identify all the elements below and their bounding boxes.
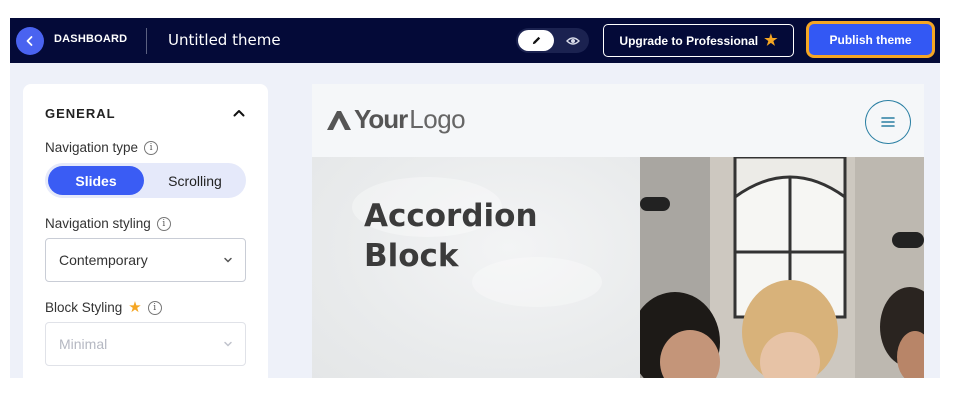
block-photo[interactable] (640, 157, 924, 378)
info-icon[interactable]: i (147, 300, 162, 315)
slides-option[interactable]: Slides (48, 166, 144, 195)
divider (146, 28, 147, 54)
navigation-type-text: Navigation type (45, 140, 139, 155)
block-styling-value: Minimal (59, 336, 108, 352)
block-heading[interactable]: Accordion Block (364, 196, 584, 276)
navigation-type-toggle: Slides Scrolling (45, 163, 246, 198)
navigation-styling-text: Navigation styling (45, 216, 151, 231)
upgrade-button[interactable]: Upgrade to Professional ★ (603, 24, 794, 57)
edit-mode-button[interactable] (518, 30, 554, 51)
scrolling-option[interactable]: Scrolling (147, 166, 243, 195)
logo: Your Logo (326, 104, 466, 135)
star-icon: ★ (764, 32, 778, 49)
pencil-icon (532, 36, 540, 45)
eye-icon (565, 36, 580, 45)
chevron-left-icon (26, 36, 33, 46)
publish-button[interactable]: Publish theme (806, 21, 935, 58)
block-styling-text: Block Styling (45, 300, 123, 315)
block-styling-select[interactable]: Minimal (45, 322, 246, 366)
chevron-down-icon (224, 257, 232, 263)
menu-button[interactable] (865, 100, 911, 144)
back-button[interactable] (16, 27, 44, 55)
app-frame: DASHBOARD Untitled theme Upgrade to Prof… (10, 18, 940, 378)
top-bar: DASHBOARD Untitled theme Upgrade to Prof… (10, 18, 940, 63)
section-title: GENERAL (45, 106, 116, 121)
navigation-styling-label: Navigation styling i (45, 216, 171, 231)
block-styling-label: Block Styling ★ i (45, 300, 162, 315)
logo-text-light: Logo (409, 104, 466, 134)
upgrade-label: Upgrade to Professional (619, 33, 759, 48)
info-icon[interactable]: i (156, 216, 171, 231)
hamburger-menu-icon (881, 117, 895, 127)
mode-toggle (516, 28, 589, 53)
theme-preview: Your Logo Accordion Block (312, 84, 924, 378)
chevron-up-icon[interactable] (231, 105, 247, 121)
preview-header: Your Logo (312, 84, 924, 157)
dashboard-link[interactable]: DASHBOARD (54, 33, 127, 45)
info-icon[interactable]: i (144, 140, 159, 155)
settings-panel: GENERAL Navigation type i Slides Scrolli… (23, 84, 268, 378)
navigation-styling-value: Contemporary (59, 252, 148, 268)
preview-mode-button[interactable] (558, 30, 587, 51)
navigation-styling-select[interactable]: Contemporary (45, 238, 246, 282)
chevron-down-icon (224, 341, 232, 347)
cafe-photo-illustration (640, 157, 924, 378)
theme-title[interactable]: Untitled theme (168, 31, 281, 49)
logo-mark-icon (327, 110, 351, 130)
navigation-type-label: Navigation type i (45, 140, 159, 155)
star-icon: ★ (128, 299, 142, 316)
logo-text-bold: Your (354, 104, 408, 134)
